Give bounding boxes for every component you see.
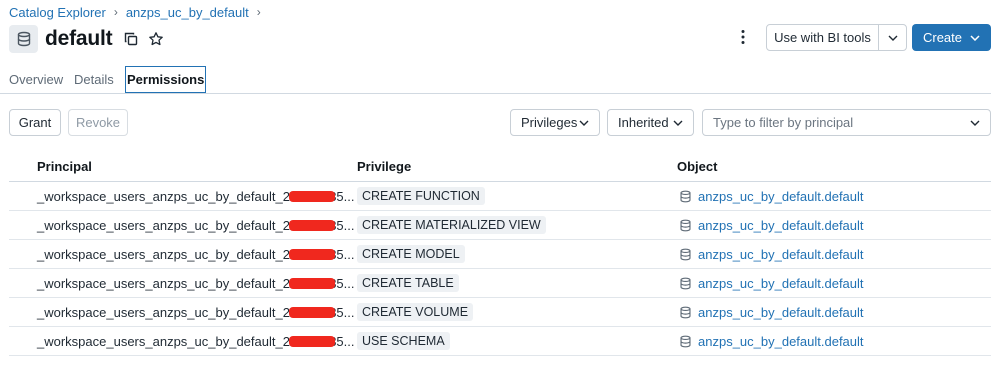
object-link[interactable]: anzps_uc_by_default.default — [698, 276, 864, 291]
principal-cell: _workspace_users_anzps_uc_by_default_25 3… — [37, 327, 354, 355]
privilege-tag: CREATE VOLUME — [357, 303, 474, 321]
revoke-button[interactable]: Revoke — [68, 109, 128, 136]
breadcrumb-separator: › — [256, 5, 261, 19]
object-cell: anzps_uc_by_default.default — [679, 327, 864, 355]
grant-button[interactable]: Grant — [9, 109, 61, 136]
object-link[interactable]: anzps_uc_by_default.default — [698, 218, 864, 233]
table-row[interactable]: _workspace_users_anzps_uc_by_default_25 3… — [9, 269, 991, 298]
chevron-down-icon — [970, 34, 980, 41]
object-cell: anzps_uc_by_default.default — [679, 298, 864, 326]
page-title: default — [45, 27, 113, 50]
privilege-cell: CREATE MATERIALIZED VIEW — [357, 211, 546, 239]
privilege-tag: CREATE MATERIALIZED VIEW — [357, 216, 546, 234]
table-row[interactable]: _workspace_users_anzps_uc_by_default_25 3… — [9, 240, 991, 269]
redaction-mark — [289, 219, 336, 231]
principal-cell: _workspace_users_anzps_uc_by_default_25 3… — [37, 211, 354, 239]
more-options-icon[interactable] — [734, 28, 752, 46]
privilege-tag: CREATE TABLE — [357, 274, 459, 292]
privilege-tag: CREATE FUNCTION — [357, 187, 485, 205]
tab-overview[interactable]: Overview — [9, 66, 63, 93]
privilege-cell: CREATE FUNCTION — [357, 182, 485, 210]
object-cell: anzps_uc_by_default.default — [679, 182, 864, 210]
chevron-down-icon — [673, 120, 683, 126]
redaction-mark — [289, 248, 336, 260]
chevron-down-icon[interactable] — [879, 25, 906, 50]
create-button[interactable]: Create — [912, 24, 991, 51]
breadcrumb-catalog[interactable]: anzps_uc_by_default — [126, 5, 249, 20]
object-cell: anzps_uc_by_default.default — [679, 240, 864, 268]
object-cell: anzps_uc_by_default.default — [679, 211, 864, 239]
principal-filter-input[interactable] — [713, 115, 970, 130]
object-link[interactable]: anzps_uc_by_default.default — [698, 247, 864, 262]
privileges-dropdown-label: Privileges — [521, 115, 578, 130]
redaction-mark — [289, 190, 336, 202]
privilege-cell: CREATE TABLE — [357, 269, 459, 297]
privilege-tag: CREATE MODEL — [357, 245, 465, 263]
redaction-mark — [289, 277, 336, 289]
principal-name-prefix: _workspace_users_anzps_uc_by_default_25 — [37, 333, 298, 349]
object-link[interactable]: anzps_uc_by_default.default — [698, 189, 864, 204]
database-icon — [680, 248, 691, 260]
redaction-mark — [289, 335, 336, 347]
principal-name-prefix: _workspace_users_anzps_uc_by_default_25 — [37, 275, 298, 291]
breadcrumb-separator: › — [113, 5, 118, 19]
tab-bar: Overview Details Permissions — [0, 66, 991, 94]
table-row[interactable]: _workspace_users_anzps_uc_by_default_25 3… — [9, 182, 991, 211]
principal-name-prefix: _workspace_users_anzps_uc_by_default_25 — [37, 217, 298, 233]
create-button-label: Create — [922, 30, 963, 45]
principal-cell: _workspace_users_anzps_uc_by_default_25 3… — [37, 298, 354, 326]
privilege-tag: USE SCHEMA — [357, 332, 450, 350]
principal-name-prefix: _workspace_users_anzps_uc_by_default_25 — [37, 188, 298, 204]
database-icon — [680, 335, 691, 347]
permissions-table: Principal Privilege Object _workspace_us… — [9, 152, 991, 356]
breadcrumb: Catalog Explorer › anzps_uc_by_default › — [9, 4, 261, 20]
tab-permissions[interactable]: Permissions — [125, 66, 207, 93]
table-row[interactable]: _workspace_users_anzps_uc_by_default_25 3… — [9, 327, 991, 356]
inherited-dropdown-label: Inherited — [618, 115, 669, 130]
database-icon — [680, 306, 691, 318]
column-header-principal: Principal — [37, 159, 92, 174]
table-row[interactable]: _workspace_users_anzps_uc_by_default_25 3… — [9, 298, 991, 327]
database-icon — [680, 277, 691, 289]
chevron-down-icon[interactable] — [970, 120, 980, 126]
column-header-privilege: Privilege — [357, 159, 412, 174]
object-cell: anzps_uc_by_default.default — [679, 269, 864, 297]
database-icon — [9, 25, 38, 53]
column-header-object: Object — [677, 159, 718, 174]
privilege-cell: USE SCHEMA — [357, 327, 450, 355]
principal-cell: _workspace_users_anzps_uc_by_default_25 3… — [37, 269, 354, 297]
principal-cell: _workspace_users_anzps_uc_by_default_25 3… — [37, 182, 354, 210]
page-header: default — [9, 25, 164, 53]
inherited-dropdown[interactable]: Inherited — [607, 109, 694, 136]
privilege-cell: CREATE VOLUME — [357, 298, 474, 326]
database-icon — [680, 190, 691, 202]
principal-cell: _workspace_users_anzps_uc_by_default_25 3… — [37, 240, 354, 268]
principal-filter[interactable] — [702, 109, 991, 136]
chevron-down-icon — [579, 120, 589, 126]
table-row[interactable]: _workspace_users_anzps_uc_by_default_25 3… — [9, 211, 991, 240]
bi-tools-split-button: Use with BI tools — [766, 24, 907, 51]
privilege-cell: CREATE MODEL — [357, 240, 465, 268]
use-with-bi-tools-button[interactable]: Use with BI tools — [767, 25, 879, 50]
object-link[interactable]: anzps_uc_by_default.default — [698, 334, 864, 349]
object-link[interactable]: anzps_uc_by_default.default — [698, 305, 864, 320]
database-icon — [680, 219, 691, 231]
principal-name-prefix: _workspace_users_anzps_uc_by_default_25 — [37, 246, 298, 262]
copy-icon[interactable] — [123, 31, 139, 47]
star-icon[interactable] — [148, 31, 164, 47]
principal-name-prefix: _workspace_users_anzps_uc_by_default_25 — [37, 304, 298, 320]
privileges-dropdown[interactable]: Privileges — [510, 109, 600, 136]
breadcrumb-catalog-explorer[interactable]: Catalog Explorer — [9, 5, 106, 20]
tab-details[interactable]: Details — [74, 66, 114, 93]
redaction-mark — [289, 306, 336, 318]
table-header: Principal Privilege Object — [9, 152, 991, 182]
